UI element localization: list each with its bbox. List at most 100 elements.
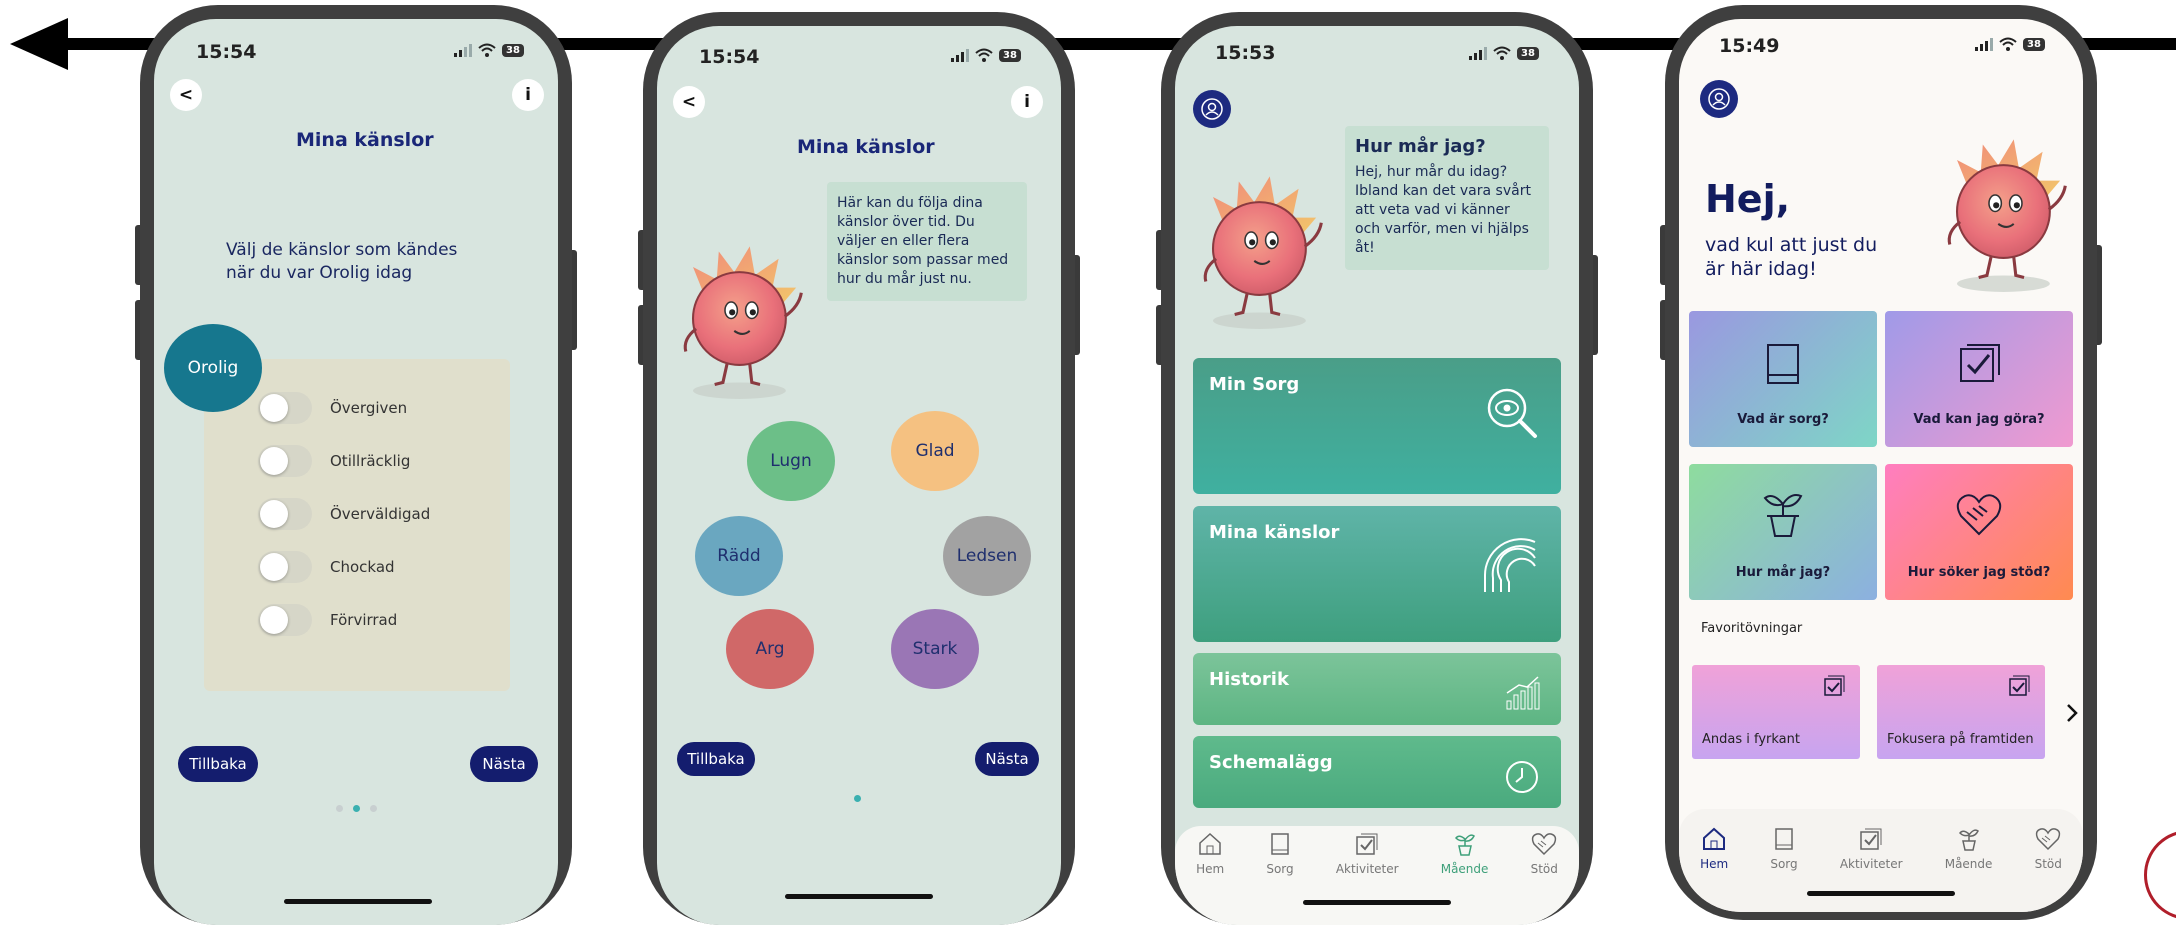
seal-logo <box>2144 830 2176 920</box>
mascot-image <box>1947 137 2067 294</box>
handshake-heart-icon <box>2036 828 2061 851</box>
signal-icon <box>1469 46 1487 60</box>
tab-label: Stöd <box>1530 862 1558 876</box>
tab-stod[interactable]: Stöd <box>2035 827 2062 871</box>
phone2-frame: 15:54 38 < i Mina känslor Här kan du föl… <box>643 12 1075 925</box>
option-label: Förvirrad <box>330 611 398 629</box>
emotion-lugn[interactable]: Lugn <box>747 421 835 501</box>
status-icons: 38 <box>1975 37 2045 51</box>
bar-chart-icon <box>1506 676 1540 710</box>
battery-icon: 38 <box>502 43 524 57</box>
battery-icon: 38 <box>999 48 1021 62</box>
phone2-screen: 15:54 38 < i Mina känslor Här kan du föl… <box>657 26 1061 925</box>
tab-hem[interactable]: Hem <box>1700 827 1728 871</box>
greeting-subtitle: vad kul att just du är här idag! <box>1705 234 1878 280</box>
tab-bar-items: Hem Sorg Aktiviteter Mående Stöd <box>1175 832 1579 876</box>
toggle-chockad[interactable] <box>258 551 312 583</box>
home-indicator <box>284 899 432 904</box>
tab-maende[interactable]: Mående <box>1945 827 1992 871</box>
selected-emotion-bubble: Orolig <box>164 324 262 412</box>
phone3-screen: 15:53 38 Hur mår jag? Hej, hur mår du id… <box>1175 26 1579 925</box>
tab-maende[interactable]: Mående <box>1441 832 1488 876</box>
next-pill-button[interactable]: Nästa <box>975 742 1039 776</box>
home-indicator <box>1303 900 1451 905</box>
signal-icon <box>1975 37 1993 51</box>
tab-sorg[interactable]: Sorg <box>1266 832 1294 876</box>
tile-vad-ar-sorg[interactable]: Vad är sorg? <box>1689 311 1877 447</box>
handshake-heart-icon <box>1532 833 1557 856</box>
signal-icon <box>454 43 472 57</box>
page-title: Mina känslor <box>296 129 434 151</box>
checklist-icon <box>1356 833 1378 855</box>
speech-bubble: Här kan du följa dina känslor över tid. … <box>827 182 1027 301</box>
favorites-heading: Favoritövningar <box>1701 621 1803 636</box>
tab-label: Stöd <box>2034 857 2062 871</box>
phone1-frame: 15:54 38 < i Mina känslor Välj de känslo… <box>140 5 572 925</box>
emotion-stark[interactable]: Stark <box>891 609 979 689</box>
emotion-ledsen[interactable]: Ledsen <box>943 516 1031 596</box>
checklist-icon <box>1860 828 1882 850</box>
battery-icon: 38 <box>2023 37 2045 51</box>
toggle-overgiven[interactable] <box>258 392 312 424</box>
card-schemalagg[interactable]: Schemalägg <box>1193 736 1561 808</box>
page-dot <box>854 795 861 802</box>
card-historik[interactable]: Historik <box>1193 653 1561 725</box>
home-icon <box>1703 827 1726 850</box>
tab-bar-items: Hem Sorg Aktiviteter Mående Stöd <box>1679 827 2083 871</box>
profile-button[interactable] <box>1193 90 1231 128</box>
flow-arrow-head-icon <box>10 18 68 70</box>
back-button[interactable]: < <box>673 86 705 118</box>
back-pill-button[interactable]: Tillbaka <box>677 742 755 776</box>
greeting-title: Hej, <box>1705 177 1791 221</box>
tab-aktiviteter[interactable]: Aktiviteter <box>1336 832 1399 876</box>
info-button[interactable]: i <box>512 79 544 111</box>
wifi-icon <box>478 43 496 57</box>
page-title: Mina känslor <box>797 136 935 158</box>
toggle-forvirrad[interactable] <box>258 604 312 636</box>
phone4-screen: 15:49 38 Hej, vad kul att just du är här… <box>1679 19 2083 912</box>
wifi-icon <box>975 48 993 62</box>
tab-hem[interactable]: Hem <box>1196 832 1224 876</box>
status-time: 15:49 <box>1719 35 1780 57</box>
toggle-overvaldigad[interactable] <box>258 498 312 530</box>
tab-aktiviteter[interactable]: Aktiviteter <box>1840 827 1903 871</box>
status-icons: 38 <box>454 43 524 57</box>
checklist-icon <box>1824 675 1845 696</box>
home-indicator <box>785 894 933 899</box>
tile-hur-mar-jag[interactable]: Hur mår jag? <box>1689 464 1877 600</box>
tab-label: Aktiviteter <box>1839 857 1903 871</box>
tab-sorg[interactable]: Sorg <box>1770 827 1798 871</box>
emotion-glad[interactable]: Glad <box>891 411 979 491</box>
tile-label: Hur mår jag? <box>1735 565 1831 580</box>
card-label: Historik <box>1209 669 1289 690</box>
status-time: 15:54 <box>699 46 760 68</box>
wifi-icon <box>1999 37 2017 51</box>
emotion-arg[interactable]: Arg <box>726 609 814 689</box>
option-label: Överväldigad <box>330 505 431 523</box>
phone1-screen: 15:54 38 < i Mina känslor Välj de känslo… <box>154 19 558 925</box>
card-min-sorg[interactable]: Min Sorg <box>1193 358 1561 494</box>
phone3-frame: 15:53 38 Hur mår jag? Hej, hur mår du id… <box>1161 12 1593 925</box>
tab-stod[interactable]: Stöd <box>1531 832 1558 876</box>
back-button[interactable]: < <box>170 79 202 111</box>
back-pill-button[interactable]: Tillbaka <box>178 746 258 782</box>
plant-icon <box>1454 834 1475 856</box>
page-dots <box>336 805 377 812</box>
info-button[interactable]: i <box>1011 86 1043 118</box>
chevron-right-icon[interactable] <box>2065 703 2079 723</box>
magnifier-eye-icon <box>1487 388 1537 438</box>
emotion-radd[interactable]: Rädd <box>695 516 783 596</box>
profile-button[interactable] <box>1700 80 1738 118</box>
toggle-otillracklig[interactable] <box>258 445 312 477</box>
next-pill-button[interactable]: Nästa <box>470 746 538 782</box>
checklist-icon <box>1960 344 2000 382</box>
tab-label: Hem <box>1196 862 1225 876</box>
card-mina-kanslor[interactable]: Mina känslor <box>1193 506 1561 642</box>
favorite-andas-i-fyrkant[interactable]: Andas i fyrkant <box>1692 665 1860 759</box>
tile-hur-soker-jag-stod[interactable]: Hur söker jag stöd? <box>1885 464 2073 600</box>
tile-vad-kan-jag-gora[interactable]: Vad kan jag göra? <box>1885 311 2073 447</box>
plant-icon <box>1958 829 1979 851</box>
tile-label: Hur söker jag stöd? <box>1907 565 2051 580</box>
favorite-fokusera-pa-framtiden[interactable]: Fokusera på framtiden <box>1877 665 2045 759</box>
rainbow-icon <box>1483 538 1536 592</box>
